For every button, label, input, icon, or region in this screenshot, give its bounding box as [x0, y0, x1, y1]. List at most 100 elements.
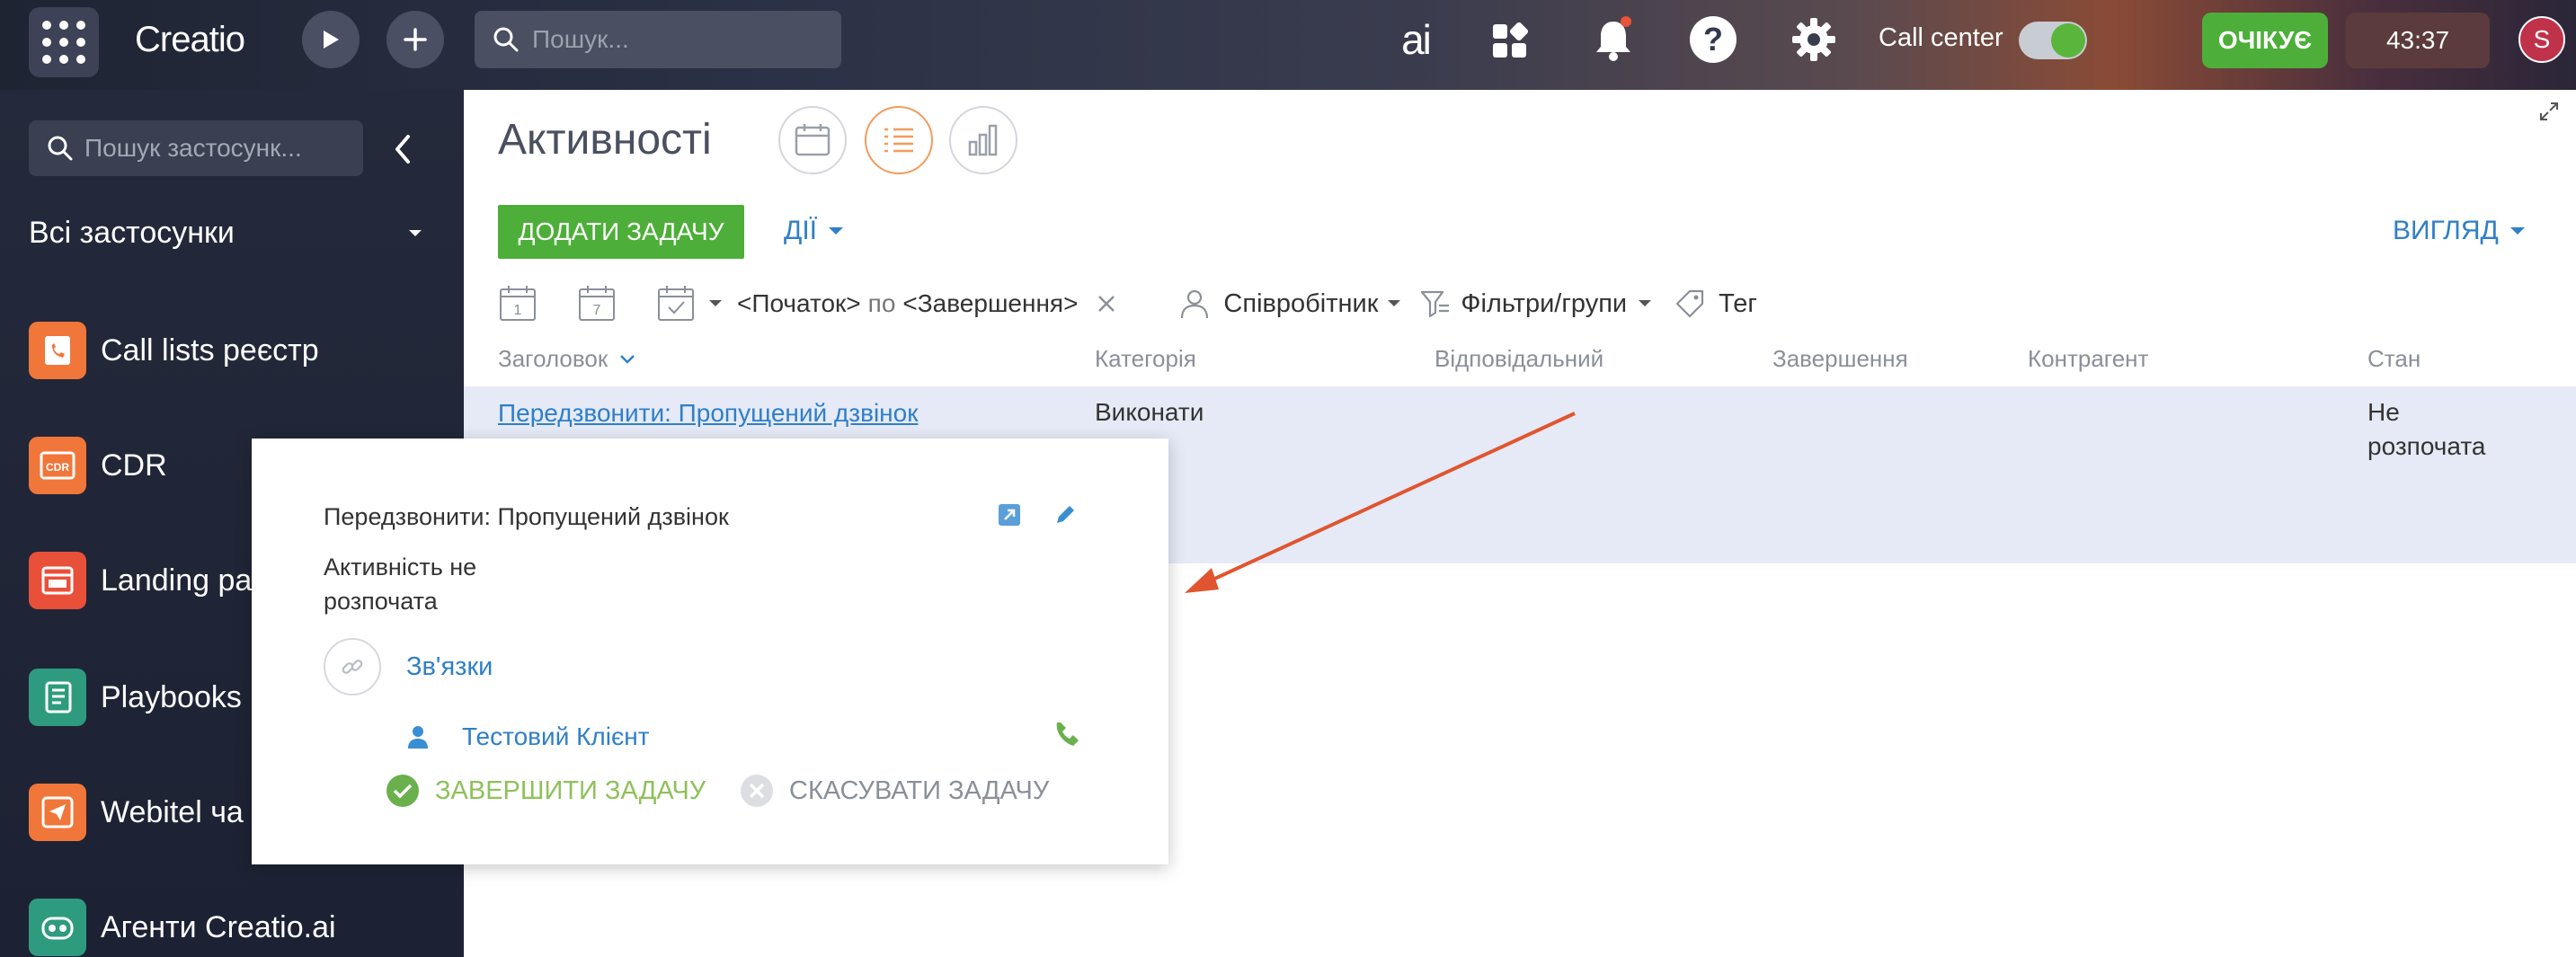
- column-header-due[interactable]: Завершення: [1772, 345, 1908, 373]
- agent-status-button[interactable]: ОЧІКУЄ: [2202, 13, 2328, 68]
- call-center-label: Call center: [1879, 23, 2003, 52]
- collapse-sidebar-button[interactable]: [386, 131, 419, 167]
- status-timer: 43:37: [2346, 13, 2490, 68]
- caret-down-icon[interactable]: [706, 297, 724, 310]
- filters-groups-dropdown[interactable]: Фільтри/групи: [1419, 288, 1654, 320]
- app-search[interactable]: [29, 120, 363, 176]
- cancel-task-button[interactable]: СКАСУВАТИ ЗАДАЧУ: [739, 773, 1049, 809]
- complete-task-button[interactable]: ЗАВЕРШИТИ ЗАДАЧУ: [385, 773, 706, 809]
- add-button[interactable]: [386, 11, 444, 68]
- popup-status: Активність не розпочата: [324, 550, 521, 618]
- sidebar-item-label: Агенти Creatio.ai: [101, 909, 336, 944]
- open-activity-button[interactable]: [996, 501, 1023, 528]
- bar-chart-icon: [968, 124, 998, 156]
- search-icon: [48, 136, 73, 161]
- sidebar-item-call-lists[interactable]: Call lists реєстр: [29, 322, 319, 379]
- sidebar-item-landing-pages[interactable]: Landing pa: [29, 552, 252, 609]
- analytics-view-button[interactable]: [949, 106, 1017, 174]
- add-task-button[interactable]: ДОДАТИ ЗАДАЧУ: [498, 205, 744, 259]
- period-start[interactable]: <Початок>: [737, 289, 861, 318]
- notifications-button[interactable]: [1589, 14, 1638, 65]
- tag-icon: [1676, 289, 1704, 318]
- all-apps-dropdown[interactable]: Всі застосунки: [29, 216, 424, 251]
- period-end[interactable]: <Завершення>: [902, 289, 1078, 318]
- period-by-label: по: [867, 289, 896, 317]
- complete-task-label: ЗАВЕРШИТИ ЗАДАЧУ: [435, 775, 706, 805]
- grid-icon: [42, 21, 85, 64]
- phone-icon[interactable]: [1052, 719, 1082, 749]
- view-label: ВИГЛЯД: [2393, 216, 2499, 245]
- widgets-icon: [1493, 22, 1529, 58]
- tag-filter-label: Тег: [1719, 288, 1757, 318]
- day-filter-button[interactable]: 1: [498, 284, 537, 323]
- sidebar-item-webitel-chat[interactable]: Webitel ча: [29, 784, 244, 841]
- link-icon: [342, 660, 363, 674]
- edit-activity-button[interactable]: [1052, 501, 1079, 528]
- person-icon: [1181, 289, 1209, 319]
- open-external-icon: [999, 504, 1020, 526]
- playbook-icon: [29, 669, 86, 726]
- call-list-icon: [29, 322, 86, 379]
- cancel-circle-icon: [741, 775, 773, 807]
- avatar[interactable]: S: [2518, 16, 2565, 63]
- employee-filter[interactable]: Співробітник: [1178, 288, 1403, 320]
- column-header-account[interactable]: Контрагент: [2028, 345, 2148, 373]
- calendar-week-icon: 7: [579, 286, 615, 321]
- view-dropdown[interactable]: ВИГЛЯД: [2393, 216, 2527, 246]
- gear-icon: [1792, 18, 1835, 61]
- sidebar-item-creatio-ai-agents[interactable]: Агенти Creatio.ai: [29, 899, 336, 956]
- widgets-button[interactable]: [1488, 20, 1532, 63]
- filter-row: 1 7 <Початок> по <Завершення> Співробітн…: [498, 282, 1757, 325]
- period-filter-button[interactable]: [656, 284, 696, 323]
- global-search-input[interactable]: [532, 25, 829, 54]
- question-icon: ?: [1703, 21, 1723, 58]
- caret-down-icon: [1388, 300, 1401, 306]
- global-search[interactable]: [475, 11, 841, 68]
- row-category: Виконати: [1095, 398, 1204, 426]
- activity-title-link[interactable]: Передзвонити: Пропущений дзвінок: [498, 399, 918, 428]
- sidebar-item-playbooks[interactable]: Playbooks: [29, 669, 242, 726]
- run-process-button[interactable]: [302, 11, 360, 68]
- cancel-task-label: СКАСУВАТИ ЗАДАЧУ: [789, 775, 1050, 805]
- filter-icon: [1421, 290, 1450, 318]
- settings-button[interactable]: [1789, 14, 1839, 65]
- calendar-view-button[interactable]: [778, 106, 847, 174]
- week-filter-button[interactable]: 7: [577, 284, 617, 323]
- sidebar-item-label: Webitel ча: [101, 794, 244, 829]
- chevron-down-icon: [620, 354, 635, 364]
- app-search-input[interactable]: [84, 134, 354, 163]
- all-apps-label: Всі застосунки: [29, 216, 235, 250]
- column-header-owner[interactable]: Відповідальний: [1435, 345, 1603, 373]
- column-header-status[interactable]: Стан: [2367, 345, 2421, 373]
- actions-dropdown[interactable]: ДІЇ: [784, 216, 846, 246]
- bell-icon: [1596, 16, 1631, 61]
- apps-menu-button[interactable]: [29, 7, 99, 77]
- popup-title: Передзвонити: Пропущений дзвінок: [324, 503, 729, 530]
- sidebar-item-label: Landing pa: [101, 563, 253, 598]
- pencil-icon: [1057, 506, 1074, 523]
- svg-text:1: 1: [514, 303, 522, 318]
- sidebar-item-cdr[interactable]: CDR CDR: [29, 437, 167, 494]
- play-icon: [324, 31, 339, 49]
- links-label[interactable]: Зв'язки: [406, 652, 493, 682]
- send-icon: [29, 784, 86, 841]
- call-center-toggle[interactable]: [2019, 22, 2087, 59]
- close-icon[interactable]: [1096, 293, 1117, 315]
- expand-icon[interactable]: [2538, 101, 2560, 122]
- sidebar-item-label: CDR: [101, 447, 167, 483]
- ai-button[interactable]: ai: [1384, 13, 1447, 66]
- column-header-category[interactable]: Категорія: [1095, 345, 1196, 373]
- list-view-button[interactable]: [865, 106, 933, 174]
- tag-filter[interactable]: Тег: [1674, 288, 1757, 320]
- contact-link[interactable]: Тестовий Клієнт: [404, 722, 650, 751]
- search-icon: [493, 27, 519, 52]
- links-button[interactable]: [324, 638, 381, 696]
- help-button[interactable]: ?: [1690, 16, 1737, 63]
- actions-label: ДІЇ: [784, 216, 817, 245]
- caret-down-icon: [409, 229, 422, 236]
- sidebar-item-label: Call lists реєстр: [101, 332, 319, 368]
- calendar-icon: [795, 124, 831, 156]
- contact-name: Тестовий Клієнт: [462, 722, 650, 750]
- robot-icon: [29, 899, 86, 956]
- column-header-title[interactable]: Заголовок: [498, 345, 636, 373]
